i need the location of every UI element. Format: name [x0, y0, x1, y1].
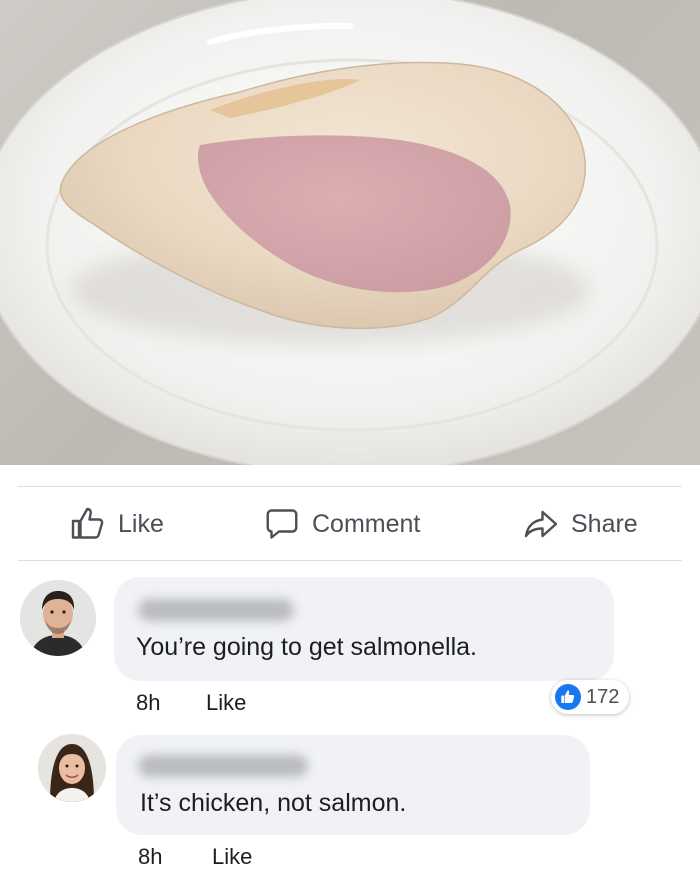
blurred-author-name [138, 755, 308, 777]
comment-like-link[interactable]: Like [212, 844, 252, 870]
share-arrow-icon [524, 510, 558, 538]
reaction-count: 172 [586, 685, 620, 708]
post-photo[interactable] [0, 0, 700, 465]
divider [18, 486, 682, 487]
avatar[interactable] [38, 734, 106, 802]
share-button[interactable]: Share [523, 504, 638, 544]
woman-portrait-icon [38, 734, 106, 802]
comment-bubble: You’re going to get salmonella. [114, 577, 614, 681]
comment-timestamp: 8h [138, 844, 163, 869]
like-button[interactable]: Like [70, 504, 164, 544]
comment-text: You’re going to get salmonella. [136, 633, 477, 661]
comment-like-link[interactable]: Like [206, 690, 246, 716]
comment-timestamp: 8h [136, 690, 161, 715]
like-reaction-icon [555, 684, 581, 710]
divider [18, 560, 682, 561]
man-portrait-icon [20, 580, 96, 656]
blurred-author-name [138, 599, 294, 621]
avatar[interactable] [20, 580, 96, 656]
comment-button[interactable]: Comment [264, 504, 420, 544]
comment-bubble: It’s chicken, not salmon. [116, 735, 590, 835]
chicken-breast-photo [0, 0, 700, 465]
share-button-label: Share [571, 509, 638, 538]
thumbs-up-icon [71, 507, 104, 539]
comment-text: It’s chicken, not salmon. [140, 789, 407, 817]
reaction-count-badge[interactable]: 172 [551, 680, 630, 714]
like-button-label: Like [118, 509, 164, 538]
comment-button-label: Comment [312, 509, 421, 538]
post-action-bar: Like Comment Share [0, 465, 700, 563]
speech-bubble-icon [266, 509, 298, 539]
